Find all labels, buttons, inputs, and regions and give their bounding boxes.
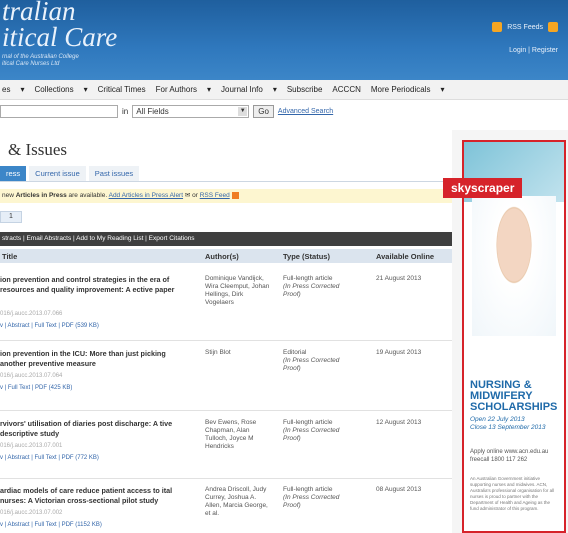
article-toolbar[interactable]: stracts | Email Abstracts | Add to My Re… — [0, 232, 452, 246]
chevron-down-icon: ▾ — [207, 85, 212, 94]
type-label: Full-length article — [283, 275, 333, 282]
nav-critical-times[interactable]: Critical Times — [98, 85, 146, 94]
article-title[interactable]: ion prevention and control strategies in… — [0, 275, 190, 295]
search-field-select[interactable]: All Fields ▼ — [132, 104, 250, 118]
add-alert-link[interactable]: Add Articles in Press Alert — [109, 192, 183, 199]
search-input[interactable] — [0, 104, 118, 118]
nav-item[interactable]: es — [2, 85, 10, 94]
login-register-link[interactable]: Login | Register — [509, 47, 558, 54]
rss-icon — [492, 22, 503, 32]
chevron-down-icon: ▾ — [272, 85, 277, 94]
notice-prefix: new — [2, 192, 16, 199]
advanced-search-link[interactable]: Advanced Search — [278, 108, 333, 115]
nav-acccn[interactable]: ACCCN — [332, 85, 360, 94]
ad-open-date: Open 22 July 2013 — [470, 416, 525, 423]
table-row: ion prevention and control strategies in… — [0, 271, 452, 341]
status-label: (In Press Corrected Proof) — [283, 427, 340, 442]
column-title[interactable]: Title — [2, 252, 17, 261]
search-field-value: All Fields — [136, 106, 169, 116]
article-authors: Dominique Vandijck, Wira Cleemput, Johan… — [205, 275, 270, 306]
page-title: & Issues — [8, 140, 68, 159]
article-links[interactable]: v | Abstract | Full Text | PDF (772 KB) — [0, 455, 99, 461]
tab-current-issue[interactable]: Current issue — [29, 166, 86, 181]
article-authors: Bev Ewens, Rose Chapman, Alan Tulloch, J… — [205, 419, 257, 450]
rss-feed-link[interactable]: RSS Feed — [200, 192, 230, 199]
article-doi: 016/j.aucc.2013.07.066 — [0, 311, 63, 317]
ad-text: NURSING & MIDWIFERY SCHOLARSHIPS Open 22… — [470, 380, 560, 512]
chevron-down-icon: ▾ — [20, 85, 25, 94]
table-row: rvivors' utilisation of diaries post dis… — [0, 415, 452, 479]
article-title[interactable]: ardiac models of care reduce patient acc… — [0, 486, 190, 506]
article-type: Editorial (In Press Corrected Proof) — [283, 349, 353, 373]
rss-icon — [231, 191, 239, 199]
skyscraper-ad[interactable]: NURSING & MIDWIFERY SCHOLARSHIPS Open 22… — [462, 140, 566, 533]
article-authors: Stijn Blot — [205, 349, 231, 356]
article-type: Full-length article (In Press Corrected P… — [283, 275, 353, 299]
journal-subtitle-line2: itical Care Nurses Ltd — [2, 61, 60, 67]
nav-journal-info[interactable]: Journal Info — [221, 85, 263, 94]
notice-bar: new Articles in Press are available. Add… — [0, 189, 452, 203]
column-authors[interactable]: Author(s) — [205, 252, 239, 261]
nav-collections[interactable]: Collections — [34, 85, 73, 94]
status-label: (In Press Corrected Proof) — [283, 283, 340, 298]
go-button[interactable]: Go — [253, 104, 274, 118]
article-doi: 016/j.aucc.2013.07.064 — [0, 373, 63, 379]
tab-past-issues[interactable]: Past issues — [88, 166, 140, 181]
status-label: (In Press Corrected Proof) — [283, 357, 340, 372]
column-type[interactable]: Type (Status) — [283, 252, 330, 261]
journal-title-line2[interactable]: itical Care — [2, 22, 117, 53]
chevron-down-icon: ▾ — [440, 85, 445, 94]
article-type: Full-length article (In Press Corrected P… — [283, 486, 353, 510]
article-title[interactable]: ion prevention in the ICU: More than jus… — [0, 349, 190, 369]
type-label: Full-length article — [283, 486, 333, 493]
nav-subscribe[interactable]: Subscribe — [287, 85, 323, 94]
main-content: & Issues ress Current issue Past issues … — [0, 130, 452, 533]
column-date[interactable]: Available Online — [376, 252, 434, 261]
ad-fine-print: An Australian Government initiative supp… — [470, 476, 555, 511]
ad-heading: NURSING & MIDWIFERY SCHOLARSHIPS — [470, 379, 558, 413]
article-date: 21 August 2013 — [376, 275, 422, 282]
nav-for-authors[interactable]: For Authors — [156, 85, 197, 94]
issue-tabs: ress Current issue Past issues — [0, 166, 452, 182]
article-date: 19 August 2013 — [376, 349, 422, 356]
status-label: (In Press Corrected Proof) — [283, 494, 340, 509]
table-row: ardiac models of care reduce patient acc… — [0, 482, 452, 533]
article-links[interactable]: v | Abstract | Full Text | PDF (1152 KB) — [0, 522, 102, 528]
search-in-label: in — [122, 106, 129, 116]
article-doi: 016/j.aucc.2013.07.002 — [0, 510, 63, 516]
article-links[interactable]: v | Abstract | Full Text | PDF (539 KB) — [0, 323, 99, 329]
type-label: Editorial — [283, 349, 307, 356]
ad-close-date: Close 13 September 2013 — [470, 424, 546, 431]
notice-or: or — [190, 192, 200, 199]
article-doi: 016/j.aucc.2013.07.001 — [0, 443, 63, 449]
ad-nurse-image — [472, 196, 556, 336]
article-authors: Andrea Driscoll, Judy Currey, Joshua A. … — [205, 486, 268, 517]
tab-articles-in-press[interactable]: ress — [0, 166, 27, 181]
main-nav: es ▾ Collections ▾ Critical Times For Auth… — [0, 80, 568, 100]
nav-more-periodicals[interactable]: More Periodicals — [371, 85, 431, 94]
article-links[interactable]: v | Full Text | PDF (425 KB) — [0, 385, 72, 391]
article-date: 08 August 2013 — [376, 486, 422, 493]
rss-feeds-link[interactable]: RSS Feeds — [492, 22, 558, 32]
type-label: Full-length article — [283, 419, 333, 426]
ad-dates: Open 22 July 2013 Close 13 September 2013 — [470, 416, 560, 432]
article-title[interactable]: rvivors' utilisation of diaries post dis… — [0, 419, 190, 439]
site-header: tralian itical Care rnal of the Australi… — [0, 0, 568, 80]
chevron-down-icon: ▾ — [83, 85, 88, 94]
rss-feed-icon — [548, 22, 558, 32]
rss-feeds-label: RSS Feeds — [507, 23, 543, 31]
table-row: ion prevention in the ICU: More than jus… — [0, 345, 452, 411]
notice-text: are available. — [66, 192, 109, 199]
table-header: Title Author(s) Type (Status) Available … — [0, 249, 452, 263]
skyscraper-tag: skyscraper — [443, 178, 523, 198]
article-date: 12 August 2013 — [376, 419, 422, 426]
journal-subtitle: rnal of the Australian College itical Ca… — [2, 54, 79, 68]
journal-subtitle-line1: rnal of the Australian College — [2, 54, 79, 60]
search-bar: in All Fields ▼ Go Advanced Search — [0, 104, 333, 118]
article-type: Full-length article (In Press Corrected P… — [283, 419, 353, 443]
ad-apply: Apply online www.acn.edu.au freecall 180… — [470, 449, 549, 463]
page-number[interactable]: 1 — [0, 211, 22, 223]
chevron-down-icon: ▼ — [238, 106, 248, 116]
notice-bold: Articles in Press — [15, 192, 67, 199]
